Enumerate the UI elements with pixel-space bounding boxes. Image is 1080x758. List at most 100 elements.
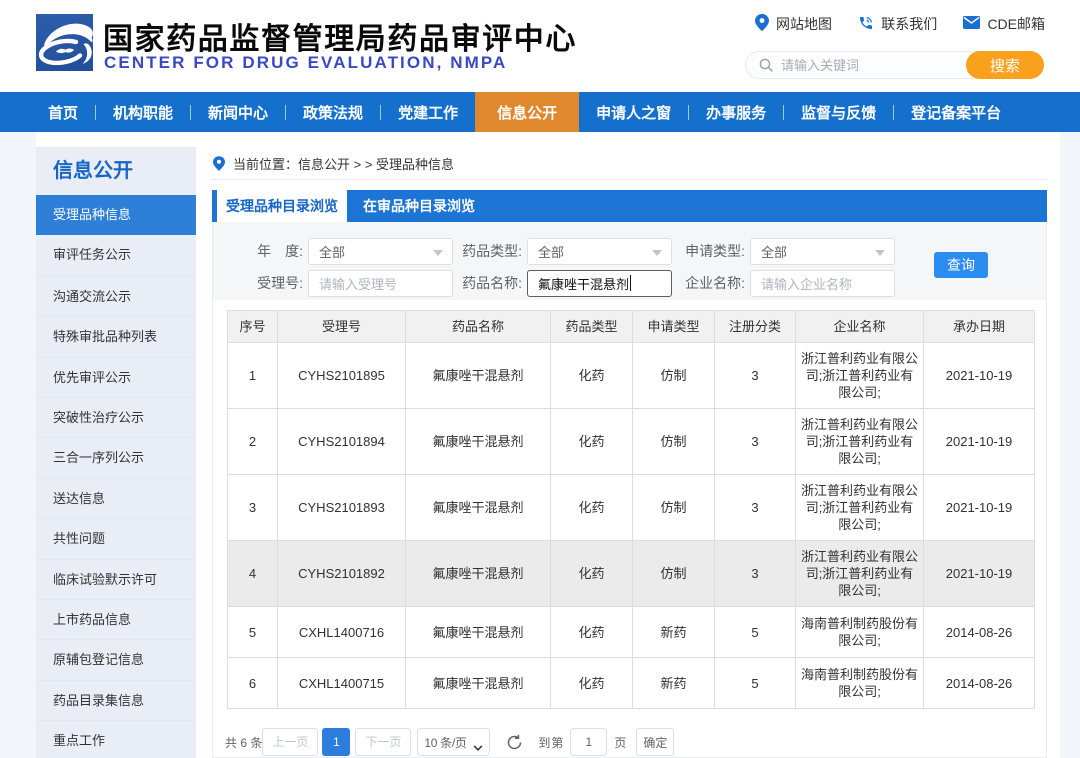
column-header: 申请类型 <box>632 310 715 343</box>
nav-item-9[interactable]: 监督与反馈 <box>784 92 893 132</box>
cell: 化药 <box>550 657 633 709</box>
column-header: 注册分类 <box>714 310 796 343</box>
sidebar-item-5[interactable]: 优先审评公示 <box>36 356 196 397</box>
nav-item-2[interactable]: 机构职能 <box>96 92 190 132</box>
cell: 化药 <box>550 540 633 607</box>
cell: 3 <box>714 540 796 607</box>
nav-item-10[interactable]: 登记备案平台 <box>894 92 1018 132</box>
sidebar-item-8[interactable]: 送达信息 <box>36 477 196 518</box>
cell: 氟康唑干混悬剂 <box>405 474 551 541</box>
sidebar-item-14[interactable]: 重点工作 <box>36 720 196 758</box>
tab-1[interactable]: 受理品种目录浏览 <box>217 190 347 222</box>
chevron-down-icon <box>433 249 443 256</box>
apply-type-select-value: 全部 <box>761 244 788 260</box>
accept-no-placeholder: 请输入受理号 <box>319 276 398 292</box>
apply-type-label: 申请类型: <box>685 243 745 259</box>
location-pin-icon <box>755 14 769 34</box>
cell: 2014-08-26 <box>923 657 1035 709</box>
drug-name-label: 药品名称: <box>462 275 522 291</box>
cell: 氟康唑干混悬剂 <box>405 342 551 409</box>
cell: 2021-10-19 <box>923 342 1035 409</box>
accept-no-input[interactable]: 请输入受理号 <box>308 269 453 297</box>
site-header: 国家药品监督管理局药品审评中心 CENTER FOR DRUG EVALUATI… <box>0 0 1080 92</box>
cell: CYHS2101894 <box>277 408 406 475</box>
sidebar-item-11[interactable]: 上市药品信息 <box>36 598 196 639</box>
nav-item-3[interactable]: 新闻中心 <box>191 92 285 132</box>
site-search-bar: 搜索 <box>745 51 1044 79</box>
prev-page-button[interactable]: 上一页 <box>262 728 319 756</box>
cell: CXHL1400716 <box>277 606 406 658</box>
sidebar-item-6[interactable]: 突破性治疗公示 <box>36 396 196 437</box>
drug-name-value: 氟康唑干混悬剂 <box>538 276 630 292</box>
accept-no-label: 受理号: <box>257 275 303 291</box>
cell: 5 <box>714 657 796 709</box>
company-name-input[interactable]: 请输入企业名称 <box>750 269 895 297</box>
sidebar-item-13[interactable]: 药品目录集信息 <box>36 679 196 720</box>
cell: 氟康唑干混悬剂 <box>405 657 551 709</box>
tab-2[interactable]: 在审品种目录浏览 <box>347 190 491 222</box>
site-search-input[interactable] <box>781 57 967 73</box>
sitemap-link[interactable]: 网站地图 <box>755 14 832 34</box>
nav-item-4[interactable]: 政策法规 <box>286 92 380 132</box>
table-row-4[interactable]: 4 CYHS2101892 氟康唑干混悬剂 化药 仿制 3 浙江普利药业有限公司;浙江普利药… <box>227 540 1035 607</box>
cde-mail-link[interactable]: CDE邮箱 <box>963 14 1045 34</box>
cell: 浙江普利药业有限公司;浙江普利药业有限公司; <box>795 408 924 475</box>
cell: 仿制 <box>632 540 715 607</box>
text-cursor <box>630 275 632 291</box>
cell: 2021-10-19 <box>923 474 1035 541</box>
nav-item-7[interactable]: 申请人之窗 <box>579 92 688 132</box>
tab-panel: 年 度: 全部 药品类型: 全部 申请类型: 全部 受理号: 请输入受理号 药品… <box>212 222 1047 758</box>
confirm-button[interactable]: 确定 <box>636 728 675 756</box>
next-page-button[interactable]: 下一页 <box>355 728 412 756</box>
tab-bar: 受理品种目录浏览 在审品种目录浏览 <box>212 190 1047 222</box>
page-number-1[interactable]: 1 <box>322 728 351 756</box>
breadcrumb: 当前位置：信息公开 > > 受理品种信息 <box>212 147 1047 180</box>
drug-name-input[interactable]: 氟康唑干混悬剂 <box>527 269 672 297</box>
cell: 浙江普利药业有限公司;浙江普利药业有限公司; <box>795 342 924 409</box>
sitemap-label: 网站地图 <box>776 16 832 32</box>
envelope-icon <box>963 16 981 32</box>
drug-type-select[interactable]: 全部 <box>527 237 672 265</box>
cell: 氟康唑干混悬剂 <box>405 540 551 607</box>
site-title: 国家药品监督管理局药品审评中心 <box>103 23 577 56</box>
cell: 4 <box>227 540 278 607</box>
nav-item-5[interactable]: 党建工作 <box>381 92 475 132</box>
contact-link[interactable]: 联系我们 <box>858 14 937 34</box>
sidebar-item-10[interactable]: 临床试验默示许可 <box>36 558 196 599</box>
column-header: 药品类型 <box>550 310 633 343</box>
cell: 浙江普利药业有限公司;浙江普利药业有限公司; <box>795 474 924 541</box>
sidebar-item-2[interactable]: 审评任务公示 <box>36 235 196 275</box>
chevron-down-icon <box>473 740 483 754</box>
sidebar-item-4[interactable]: 特殊审批品种列表 <box>36 316 196 356</box>
main-nav: 首页 机构职能 新闻中心 政策法规 党建工作 信息公开 申请人之窗 办事服务 监督与反馈 登记备案… <box>0 92 1080 132</box>
cell: 化药 <box>550 606 633 658</box>
nav-item-8[interactable]: 办事服务 <box>689 92 783 132</box>
table-row-5[interactable]: 5 CXHL1400716 氟康唑干混悬剂 化药 新药 5 海南普利制药股份有限公司; 201… <box>227 606 1035 658</box>
filter-row-2: 受理号: 请输入受理号 药品名称: 氟康唑干混悬剂 企业名称: 请输入企业名称 <box>213 269 1046 297</box>
cell: CYHS2101895 <box>277 342 406 409</box>
refresh-icon[interactable] <box>506 734 523 751</box>
site-search-button[interactable]: 搜索 <box>966 51 1044 79</box>
cell: CYHS2101892 <box>277 540 406 607</box>
sidebar-item-9[interactable]: 共性问题 <box>36 518 196 558</box>
goto-page-input[interactable] <box>570 728 608 756</box>
search-icon <box>759 58 773 72</box>
chevron-down-icon <box>875 249 885 256</box>
apply-type-select[interactable]: 全部 <box>750 237 895 265</box>
page-size-select[interactable]: 10 条/页 <box>417 728 491 756</box>
sidebar-item-1[interactable]: 受理品种信息 <box>36 195 196 236</box>
nav-item-1[interactable]: 首页 <box>31 92 95 132</box>
goto-page-unit: 页 <box>614 735 627 750</box>
cde-logo <box>36 14 93 71</box>
year-select[interactable]: 全部 <box>308 237 453 265</box>
column-header: 承办日期 <box>923 310 1035 343</box>
sidebar-item-3[interactable]: 沟通交流公示 <box>36 275 196 316</box>
query-button[interactable]: 查询 <box>934 252 988 278</box>
table-row-1[interactable]: 1 CYHS2101895 氟康唑干混悬剂 化药 仿制 3 浙江普利药业有限公司;浙江普利药… <box>227 342 1035 409</box>
table-row-3[interactable]: 3 CYHS2101893 氟康唑干混悬剂 化药 仿制 3 浙江普利药业有限公司;浙江普利药… <box>227 474 1035 541</box>
table-row-2[interactable]: 2 CYHS2101894 氟康唑干混悬剂 化药 仿制 3 浙江普利药业有限公司;浙江普利药… <box>227 408 1035 475</box>
nav-item-6[interactable]: 信息公开 <box>475 92 580 132</box>
table-row-6[interactable]: 6 CXHL1400715 氟康唑干混悬剂 化药 新药 5 海南普利制药股份有限公司; 201… <box>227 657 1035 709</box>
sidebar-item-12[interactable]: 原辅包登记信息 <box>36 639 196 679</box>
sidebar-item-7[interactable]: 三合一序列公示 <box>36 437 196 477</box>
